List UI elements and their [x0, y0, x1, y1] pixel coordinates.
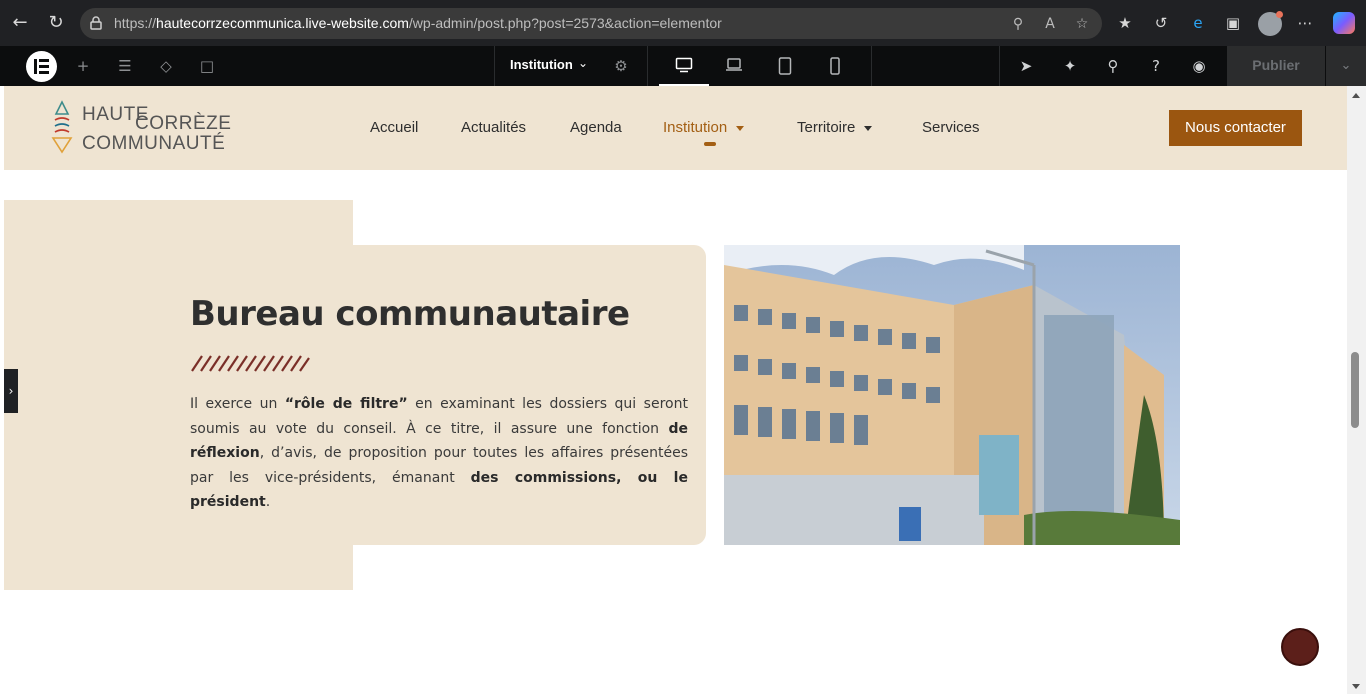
- lock-icon: [90, 16, 102, 30]
- nav-item-services[interactable]: Services: [922, 119, 980, 136]
- scroll-down-arrow-icon[interactable]: [1352, 684, 1360, 689]
- logo-text-correze: CORRÈZE: [135, 113, 232, 134]
- scroll-up-arrow-icon[interactable]: [1352, 93, 1360, 98]
- elementor-topbar: + ☰ ◇ □ Institution ⌄ ⚙ ➤ ✦ ⚲ ? ◉ Publie…: [0, 46, 1366, 86]
- active-indicator: [704, 142, 716, 146]
- favorites-icon[interactable]: ★: [1114, 12, 1136, 34]
- structure-icon[interactable]: ◇: [156, 56, 176, 76]
- url-text: https://hautecorrzecommunica.live-websit…: [114, 15, 722, 31]
- contact-button[interactable]: Nous contacter: [1169, 110, 1302, 146]
- logo-text-communaute: COMMUNAUTÉ: [82, 133, 226, 154]
- search-icon[interactable]: ⚲: [1103, 56, 1123, 76]
- site-settings-icon[interactable]: ☰: [115, 56, 135, 76]
- zoom-out-icon[interactable]: ⚲: [1008, 14, 1028, 34]
- more-menu-icon[interactable]: ⋯: [1294, 12, 1316, 34]
- screenshot-icon[interactable]: ▣: [1222, 12, 1244, 34]
- tablet-view-icon[interactable]: [760, 46, 810, 86]
- copilot-icon[interactable]: [1333, 12, 1355, 34]
- nav-item-territoire[interactable]: Territoire: [797, 119, 873, 136]
- page-settings-gear-icon[interactable]: ⚙: [611, 56, 631, 76]
- refresh-icon[interactable]: ↻: [44, 11, 68, 35]
- divider: [647, 46, 648, 86]
- history-icon[interactable]: ↺: [1150, 12, 1172, 34]
- help-icon[interactable]: ?: [1146, 56, 1166, 76]
- decorative-stripes: [191, 355, 310, 372]
- nav-item-actualites[interactable]: Actualités: [461, 119, 526, 136]
- panel-toggle-chevron-icon[interactable]: ›: [4, 369, 18, 413]
- chevron-down-icon[interactable]: ⌄: [578, 56, 588, 70]
- divider: [494, 46, 495, 86]
- favorite-star-icon[interactable]: ☆: [1072, 14, 1092, 34]
- back-icon[interactable]: ←: [8, 11, 32, 35]
- floating-action-button[interactable]: [1281, 628, 1319, 666]
- browser-toolbar: ← ↻ https://hautecorrzecommunica.live-we…: [0, 0, 1366, 46]
- notifications-icon[interactable]: ✦: [1060, 56, 1080, 76]
- nav-item-agenda[interactable]: Agenda: [570, 119, 622, 136]
- laptop-view-icon[interactable]: [709, 46, 759, 86]
- read-aloud-icon[interactable]: A: [1040, 14, 1060, 34]
- preview-eye-icon[interactable]: ◉: [1189, 56, 1209, 76]
- divider: [871, 46, 872, 86]
- caret-down-icon: [864, 125, 873, 131]
- publish-button[interactable]: Publier: [1227, 46, 1325, 86]
- logo-mark-icon[interactable]: [51, 100, 73, 156]
- nav-item-accueil[interactable]: Accueil: [370, 119, 418, 136]
- add-element-icon[interactable]: +: [73, 56, 93, 76]
- elementor-logo-icon[interactable]: [26, 51, 57, 82]
- page-selector[interactable]: Institution: [510, 57, 573, 72]
- section-title: Bureau communautaire: [190, 294, 630, 334]
- site-preview: HAUTE CORRÈZE COMMUNAUTÉ Accueil Actuali…: [4, 86, 1347, 694]
- rocket-icon[interactable]: ➤: [1016, 56, 1036, 76]
- divider: [999, 46, 1000, 86]
- scrollbar-thumb[interactable]: [1351, 352, 1359, 428]
- edge-extension-icon[interactable]: e: [1187, 12, 1209, 34]
- comments-icon[interactable]: □: [197, 56, 217, 76]
- publish-options-chevron-icon[interactable]: ⌄: [1326, 46, 1366, 86]
- desktop-view-icon[interactable]: [659, 46, 709, 86]
- section-description: Il exerce un “rôle de filtre” en examina…: [190, 396, 688, 510]
- caret-down-icon: [736, 125, 745, 131]
- nav-item-institution[interactable]: Institution: [663, 119, 745, 136]
- address-bar[interactable]: https://hautecorrzecommunica.live-websit…: [80, 8, 1102, 39]
- profile-avatar[interactable]: [1258, 11, 1283, 36]
- building-photo: [724, 245, 1180, 545]
- site-header: HAUTE CORRÈZE COMMUNAUTÉ Accueil Actuali…: [4, 86, 1347, 170]
- mobile-view-icon[interactable]: [810, 46, 860, 86]
